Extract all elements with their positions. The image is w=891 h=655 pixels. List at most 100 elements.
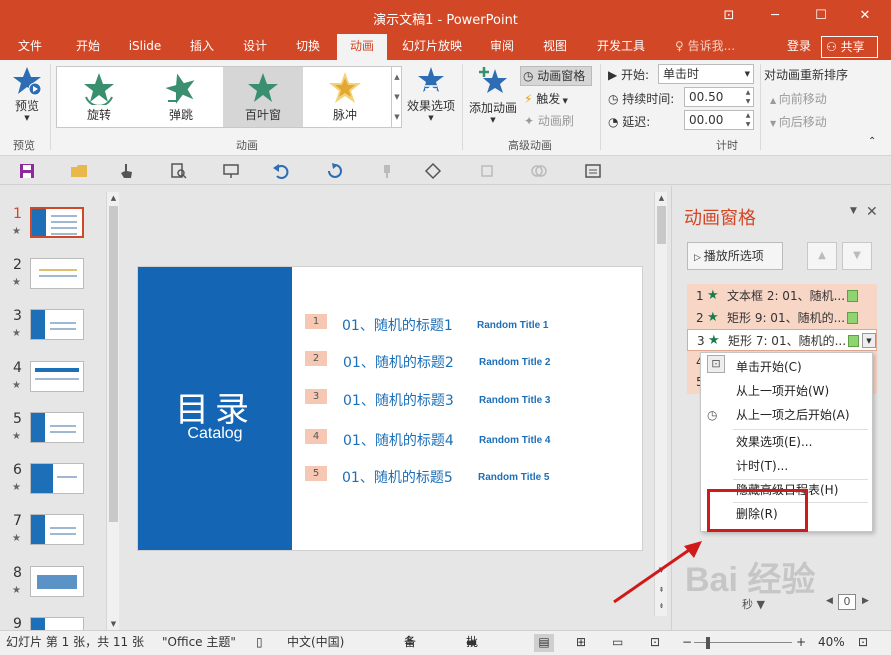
menu-start-after-previous[interactable]: ◷ 从上一项之后开始(A) [701, 403, 872, 427]
thumbnail-slide-2[interactable]: 2 ★ [0, 257, 106, 307]
reading-view-icon[interactable]: ▭ [612, 631, 623, 654]
language[interactable]: 中文(中国) [287, 631, 344, 654]
close-icon[interactable]: ✕ [850, 4, 880, 28]
crop-icon[interactable] [478, 162, 496, 180]
scroll-up-icon[interactable]: ▲ [655, 192, 668, 204]
thumbnails-scrollbar[interactable]: ▲ ▼ [106, 192, 119, 630]
redo-icon[interactable] [326, 162, 344, 180]
animation-item[interactable]: 1 ★ 文本框 2: 01、随机... [687, 285, 877, 307]
tab-home[interactable]: 开始 [66, 34, 110, 60]
login-link[interactable]: 登录 [787, 34, 811, 58]
undo-icon[interactable] [272, 162, 290, 180]
share-button[interactable]: ⚇ 共享 [821, 36, 878, 58]
animation-painter-button[interactable]: ✦ 动画刷 [524, 112, 574, 129]
tab-transitions[interactable]: 切换 [286, 34, 330, 60]
play-icon: ▶ [608, 68, 622, 82]
tab-developer[interactable]: 开发工具 [590, 34, 652, 60]
delay-input[interactable]: 00.00 ▲ ▼ [684, 110, 754, 130]
animation-item-selected[interactable]: 3 ★ 矩形 7: 01、随机的... ▼ [687, 329, 877, 351]
timeline-right-icon[interactable]: ▶ [862, 596, 869, 606]
normal-view-icon[interactable]: ▤ [534, 634, 554, 652]
timeline-left-icon[interactable]: ◀ [826, 596, 833, 606]
gallery-more-icon[interactable]: ▼ [392, 107, 402, 127]
folder-icon[interactable] [70, 162, 88, 180]
gallery-scroll[interactable]: ▲ ▼ ▼ [391, 67, 402, 127]
tab-insert[interactable]: 插入 [180, 34, 224, 60]
dropdown-arrow-icon[interactable]: ▼ [862, 333, 876, 348]
pane-close-icon[interactable]: ✕ [866, 204, 878, 220]
thumbnail-slide-8[interactable]: 8 ★ [0, 565, 106, 615]
tab-slideshow[interactable]: 幻灯片放映 [396, 34, 468, 60]
move-down-button[interactable]: ▼ [842, 242, 872, 270]
scrollbar-thumb[interactable] [657, 206, 666, 244]
spellcheck-icon[interactable]: ▯ [256, 631, 263, 654]
slide-title[interactable]: 目录 [138, 382, 292, 431]
zoom-level[interactable]: 40% [818, 631, 845, 654]
merge-shapes-icon[interactable] [530, 162, 548, 180]
ribbon-display-icon[interactable]: ⊡ [714, 4, 744, 28]
trigger-button[interactable]: ⚡ 触发 ▼ [524, 90, 568, 107]
thumbnail-slide-7[interactable]: 7 ★ [0, 513, 106, 563]
chevron-down-icon[interactable]: ▼ [392, 87, 402, 107]
scroll-up-icon[interactable]: ▲ [107, 192, 120, 204]
zoom-in-icon[interactable]: + [796, 631, 806, 654]
lightning-icon: ⚡ [524, 92, 537, 106]
scroll-down-icon[interactable]: ▼ [107, 618, 120, 630]
slideshow-view-icon[interactable]: ⊡ [650, 631, 660, 654]
print-preview-icon[interactable] [170, 162, 188, 180]
menu-start-on-click[interactable]: ⊡ 单击开始(C) [701, 355, 872, 379]
maximize-icon[interactable]: ☐ [806, 4, 836, 28]
thumbnail-slide-9[interactable]: 9 [0, 616, 106, 630]
preview-button[interactable]: 预览 ▼ [10, 66, 44, 122]
picture-icon[interactable] [584, 162, 602, 180]
start-select[interactable]: 单击时 ▼ [658, 64, 754, 84]
effect-options-button[interactable]: 效果选项 ▼ [405, 66, 457, 122]
move-later-button[interactable]: ▼ 向后移动 [770, 113, 827, 130]
tell-me-box[interactable]: ♀ 告诉我... [675, 34, 735, 60]
gallery-item-blinds[interactable]: 百叶窗 [223, 67, 303, 127]
menu-timing[interactable]: 计时(T)... [701, 454, 872, 478]
gallery-item-pulse[interactable]: 脉冲 [305, 67, 385, 127]
tab-review[interactable]: 审阅 [480, 34, 524, 60]
slide-canvas[interactable]: 目录 Catalog 1 01、随机的标题1 Random Title 1 2 … [137, 266, 643, 551]
zoom-out-icon[interactable]: − [682, 631, 692, 654]
thumbnail-slide-5[interactable]: 5 ★ [0, 411, 106, 461]
tab-view[interactable]: 视图 [533, 34, 577, 60]
spinner-icon[interactable]: ▲ ▼ [743, 111, 753, 129]
menu-effect-options[interactable]: 效果选项(E)... [701, 430, 872, 454]
thumbnail-slide-4[interactable]: 4 ★ [0, 360, 106, 410]
tab-islide[interactable]: iSlide [120, 34, 170, 60]
spinner-icon[interactable]: ▲ ▼ [743, 88, 753, 106]
seconds-value[interactable]: 0 [838, 594, 856, 610]
minimize-icon[interactable]: ─ [760, 4, 790, 28]
add-animation-button[interactable]: 添加动画 ▼ [468, 66, 518, 124]
format-painter-icon[interactable] [378, 162, 396, 180]
fit-to-window-icon[interactable]: ⊡ [858, 631, 868, 654]
collapse-ribbon-icon[interactable]: ⌃ [868, 136, 876, 147]
tab-design[interactable]: 设计 [233, 34, 277, 60]
pane-options-icon[interactable]: ▼ [850, 206, 857, 216]
duration-input[interactable]: 00.50 ▲ ▼ [684, 87, 754, 107]
thumbnail-slide-3[interactable]: 3 ★ [0, 308, 106, 358]
slide-subtitle[interactable]: Catalog [138, 425, 292, 443]
move-earlier-button[interactable]: ▲ 向前移动 [770, 90, 827, 107]
tab-file[interactable]: 文件 [8, 34, 52, 60]
tab-animations[interactable]: 动画 [337, 34, 387, 60]
gallery-item-bounce[interactable]: 弹跳 [141, 67, 221, 127]
animation-item[interactable]: 2 ★ 矩形 9: 01、随机的... [687, 307, 877, 329]
thumbnail-slide-6[interactable]: 6 ★ [0, 462, 106, 512]
slide-sorter-icon[interactable]: ⊞ [576, 631, 586, 654]
zoom-slider-handle[interactable] [706, 637, 710, 649]
scrollbar-thumb[interactable] [109, 206, 118, 522]
menu-start-with-previous[interactable]: 从上一项开始(W) [701, 379, 872, 403]
slideshow-icon[interactable] [222, 162, 240, 180]
thumbnail-slide-1[interactable]: 1 ★ [0, 206, 106, 256]
animation-pane-button[interactable]: ◷ 动画窗格 [520, 66, 592, 86]
play-selected-button[interactable]: ▷ 播放所选项 [687, 242, 783, 270]
gallery-item-spin[interactable]: 旋转 [59, 67, 139, 127]
touch-mode-icon[interactable] [118, 162, 136, 180]
save-icon[interactable] [18, 162, 36, 180]
chevron-up-icon[interactable]: ▲ [392, 67, 402, 87]
shapes-icon[interactable] [424, 162, 442, 180]
move-up-button[interactable]: ▲ [807, 242, 837, 270]
